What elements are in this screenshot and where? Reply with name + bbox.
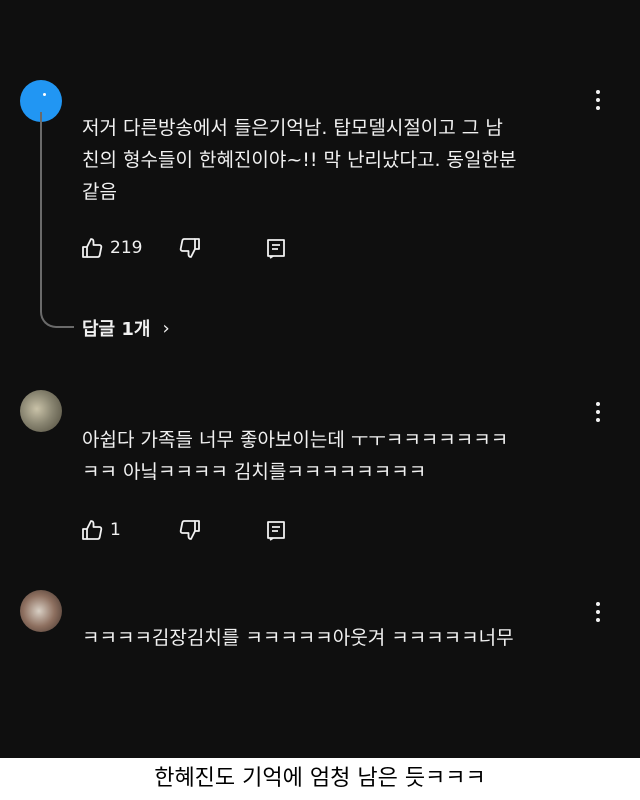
reply-button[interactable] [264,515,288,545]
comments-screen: 저거 다른방송에서 들은기억남. 탑모델시절이고 그 남 친의 형수들이 한혜진… [0,0,640,758]
more-options-icon[interactable] [590,88,606,112]
like-icon [82,520,103,540]
more-options-icon[interactable] [590,600,606,624]
dislike-icon [179,520,200,540]
comment-actions: 1 [80,515,300,545]
more-options-icon[interactable] [590,400,606,424]
reply-icon [267,521,285,541]
reply-thread-line [40,112,74,328]
comment-text: ㅋㅋㅋㅋ김장김치를 ㅋㅋㅋㅋㅋ아웃겨 ㅋㅋㅋㅋㅋ너무 [82,627,514,649]
comment-actions: 219 [80,233,300,263]
avatar[interactable] [20,390,62,432]
avatar[interactable] [20,590,62,632]
like-button[interactable]: 1 [80,515,121,545]
chevron-right-icon: › [162,317,170,339]
reply-icon [267,239,285,259]
comment-text: 저거 다른방송에서 들은기억남. 탑모델시절이고 그 남 친의 형수들이 한혜진… [82,117,517,203]
caption: 한혜진도 기억에 엄청 남은 듯ㅋㅋㅋ [0,758,640,800]
replies-label: 답글 1개 [82,319,151,340]
like-count: 219 [110,238,143,258]
like-button[interactable]: 219 [80,233,142,263]
comment-text: 아쉽다 가족들 너무 좋아보이는데 ㅜㅜㅋㅋㅋㅋㅋㅋㅋ ㅋㅋ 아닠ㅋㅋㅋㅋ 김치… [82,429,509,483]
like-icon [82,238,103,258]
reply-button[interactable] [264,233,288,263]
dislike-button[interactable] [178,515,202,545]
replies-toggle[interactable]: 답글 1개 › [82,315,170,341]
dislike-icon [179,238,200,258]
dislike-button[interactable] [178,233,202,263]
like-count: 1 [110,520,121,540]
